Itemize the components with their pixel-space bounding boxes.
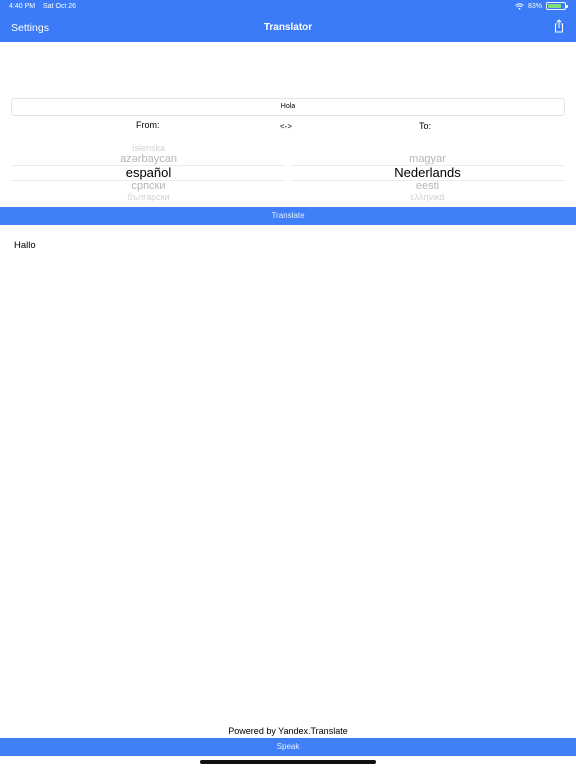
source-language-picker[interactable]: íslenska azərbaycan español српски бълга… [11, 143, 286, 203]
status-bar: 4:40 PM Sat Oct 26 83% [0, 0, 576, 14]
home-indicator [200, 760, 376, 764]
picker-option[interactable]: eesti [290, 180, 565, 192]
share-icon[interactable] [553, 19, 565, 33]
to-label: To: [419, 121, 432, 131]
speak-button[interactable]: Speak [0, 738, 576, 756]
battery-percent: 83% [527, 2, 542, 10]
status-time: 4:40 PM [9, 3, 36, 10]
translate-button[interactable]: Translate [0, 207, 576, 225]
picker-selected-option[interactable]: Nederlands [290, 165, 565, 180]
powered-by-label: Powered by Yandex.Translate [228, 726, 348, 736]
translation-output: Hallo [14, 240, 36, 251]
picker-option[interactable]: ελληνικά [290, 192, 565, 202]
status-date: Sat Oct 26 [43, 3, 77, 10]
target-language-picker[interactable]: magyar Nederlands eesti ελληνικά [290, 143, 565, 203]
navigation-bar: Settings Translator [0, 14, 576, 42]
page-title: Translator [263, 22, 313, 33]
source-text-input[interactable]: Hola [11, 98, 565, 116]
wifi-icon [515, 2, 524, 10]
picker-selected-option[interactable]: español [11, 165, 286, 180]
picker-option[interactable]: azərbaycan [11, 153, 286, 165]
from-label: From: [136, 120, 160, 130]
picker-option[interactable]: magyar [290, 153, 565, 165]
status-right: 83% [515, 2, 568, 10]
picker-option[interactable]: српски [11, 180, 286, 192]
picker-option[interactable]: íslenska [11, 143, 286, 153]
battery-icon [546, 2, 568, 10]
picker-option[interactable]: български [11, 192, 286, 202]
swap-languages-button[interactable]: <-> [280, 122, 292, 131]
